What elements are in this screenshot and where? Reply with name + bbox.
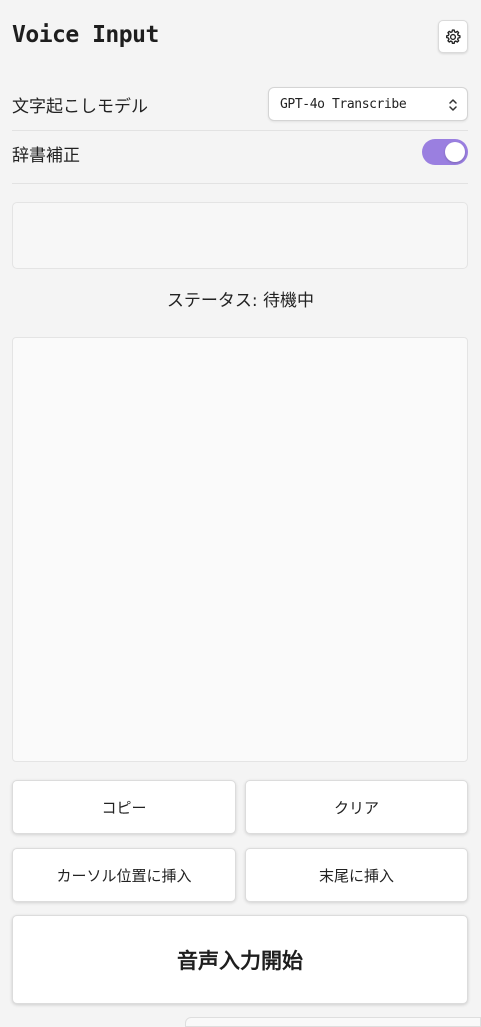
insert-at-cursor-button[interactable]: カーソル位置に挿入 (12, 848, 236, 902)
dictionary-toggle[interactable] (422, 139, 468, 165)
transcript-area[interactable] (12, 337, 468, 762)
gear-icon (446, 28, 461, 44)
divider (12, 183, 468, 184)
copy-button[interactable]: コピー (12, 780, 236, 834)
clear-button[interactable]: クリア (245, 780, 468, 834)
bottom-sheet-edge (185, 1017, 481, 1027)
model-row: 文字起こしモデル GPT-4o Transcribe (12, 87, 468, 121)
insert-at-end-button[interactable]: 末尾に挿入 (245, 848, 468, 902)
audio-level-panel (12, 202, 468, 269)
divider (12, 130, 468, 131)
chevron-updown-icon (449, 99, 457, 111)
app-title: Voice Input (12, 22, 159, 48)
model-select-value: GPT-4o Transcribe (280, 96, 407, 112)
model-label: 文字起こしモデル (12, 97, 148, 117)
toggle-knob (445, 142, 465, 162)
dictionary-label: 辞書補正 (12, 146, 80, 166)
model-select[interactable]: GPT-4o Transcribe (268, 87, 468, 121)
status-text: ステータス: 待機中 (166, 291, 315, 311)
app-header: Voice Input (12, 20, 468, 56)
start-voice-input-button[interactable]: 音声入力開始 (12, 915, 468, 1004)
settings-button[interactable] (438, 20, 468, 53)
dictionary-row: 辞書補正 (12, 139, 468, 167)
